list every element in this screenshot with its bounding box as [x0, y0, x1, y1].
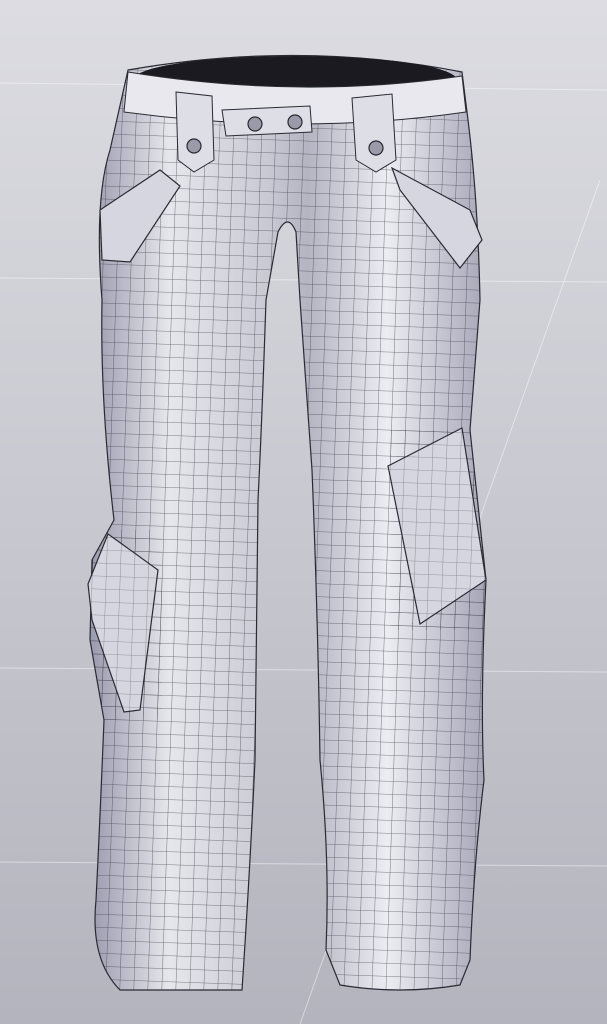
3d-viewport: [0, 0, 607, 1024]
button-icon: [247, 116, 263, 132]
button-icon: [368, 140, 384, 156]
button-icon: [287, 114, 303, 130]
button-icon: [186, 138, 202, 154]
